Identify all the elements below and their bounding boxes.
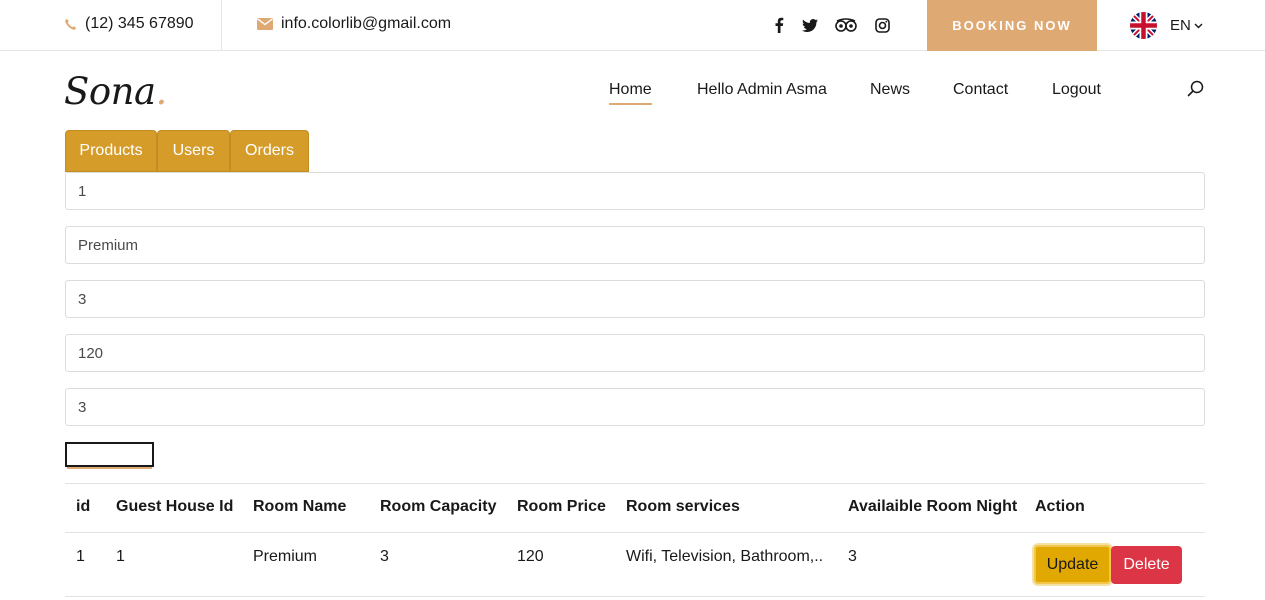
topbar-divider (221, 0, 222, 51)
booking-now-button[interactable]: BOOKING NOW (927, 0, 1097, 51)
table-bottom-border (65, 596, 1205, 597)
validate-underline (67, 467, 152, 469)
cell-guest-house-id: 1 (116, 548, 125, 565)
header-action: Action (1035, 498, 1085, 515)
room-capacity-field[interactable] (65, 280, 1205, 318)
tab-orders[interactable]: Orders (230, 130, 309, 172)
envelope-icon (257, 18, 273, 30)
table-header-border (65, 532, 1205, 533)
site-logo[interactable]: Sona. (64, 70, 167, 113)
header-room-name: Room Name (253, 498, 347, 515)
cell-room-capacity: 3 (380, 548, 389, 565)
cell-room-price: 120 (517, 548, 544, 565)
nav-home[interactable]: Home (609, 81, 652, 105)
chevron-down-icon (1194, 23, 1203, 29)
room-price-field[interactable] (65, 334, 1205, 372)
cell-room-services: Wifi, Television, Bathroom,.. (626, 548, 824, 565)
logo-text: Sona (64, 70, 156, 113)
header-guest-house-id: Guest House Id (116, 498, 234, 515)
available-nights-field[interactable] (65, 388, 1205, 426)
id-field[interactable] (65, 172, 1205, 210)
phone-info: (12) 345 67890 (64, 15, 194, 33)
logo-dot: . (155, 70, 168, 113)
cell-id: 1 (76, 548, 85, 565)
nav-hello-admin[interactable]: Hello Admin Asma (697, 81, 827, 99)
email-address[interactable]: info.colorlib@gmail.com (281, 15, 451, 33)
nav-logout[interactable]: Logout (1052, 81, 1101, 99)
phone-number: (12) 345 67890 (85, 15, 194, 32)
language-label: EN (1170, 17, 1191, 34)
delete-button[interactable]: Delete (1111, 546, 1182, 584)
instagram-icon[interactable] (872, 15, 892, 35)
language-selector[interactable]: EN (1130, 12, 1203, 39)
tripadvisor-icon[interactable] (835, 15, 857, 35)
top-bar: (12) 345 67890 info.colorlib@gmail.com B… (0, 0, 1265, 51)
phone-icon (64, 18, 77, 31)
search-icon[interactable] (1187, 80, 1205, 98)
tab-users[interactable]: Users (157, 130, 230, 172)
header-room-price: Room Price (517, 498, 606, 515)
cell-room-name: Premium (253, 548, 318, 565)
header-room-services: Room services (626, 498, 740, 515)
header-room-capacity: Room Capacity (380, 498, 497, 515)
uk-flag-icon (1130, 12, 1157, 39)
cell-available-nights: 3 (848, 548, 857, 565)
table-top-border (65, 483, 1205, 484)
tab-products[interactable]: Products (65, 130, 157, 172)
update-button[interactable]: Update (1034, 545, 1111, 584)
twitter-icon[interactable] (800, 15, 820, 35)
nav-news[interactable]: News (870, 81, 910, 99)
room-name-field[interactable] (65, 226, 1205, 264)
facebook-icon[interactable] (769, 15, 789, 35)
nav-contact[interactable]: Contact (953, 81, 1008, 99)
validate-button[interactable]: VALIDATE (65, 442, 154, 467)
email-info: info.colorlib@gmail.com (257, 15, 451, 33)
header-id: id (76, 498, 91, 515)
header-available-nights: Availaible Room Night (848, 498, 1018, 515)
